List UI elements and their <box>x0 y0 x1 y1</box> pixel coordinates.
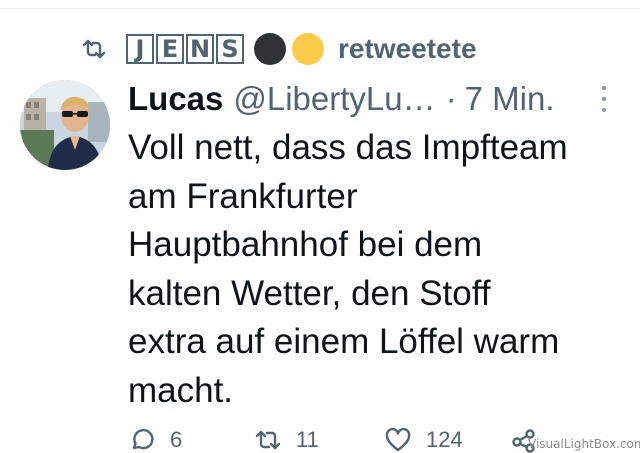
tweet-text-line: extra auf einem Löffel warm <box>128 322 560 361</box>
reply-icon <box>132 428 154 450</box>
like-count: 124 <box>426 427 463 452</box>
tweet-text-line: Voll nett, dass das Impfteam <box>128 128 568 167</box>
author-handle[interactable]: @LibertyLu… <box>233 80 435 118</box>
avatar[interactable] <box>20 80 110 170</box>
author-display-name[interactable]: Lucas <box>128 80 223 118</box>
heart-icon <box>385 427 411 452</box>
reply-count: 6 <box>170 427 183 452</box>
retweeter-name[interactable]: J E N S <box>126 34 244 64</box>
tweet-timestamp[interactable]: 7 Min. <box>465 80 555 118</box>
reply-button[interactable]: 6 <box>128 426 182 453</box>
tweet-text: Voll nett, dass das Impfteam am Frankfur… <box>128 124 628 415</box>
yellow-circle-emoji <box>292 33 324 65</box>
retweet-icon <box>255 430 281 450</box>
tweet-text-line: Hauptbahnhof bei dem <box>128 225 483 264</box>
name-letter-box: J <box>126 34 154 64</box>
retweet-button[interactable]: 11 <box>254 426 319 453</box>
more-options-icon[interactable] <box>598 86 610 112</box>
name-letter-box: N <box>186 34 214 64</box>
name-letter-box: S <box>216 34 244 64</box>
like-button[interactable]: 124 <box>384 426 463 453</box>
separator-dot: · <box>445 80 457 117</box>
dark-circle-emoji <box>254 33 286 65</box>
retweet-context[interactable]: J E N S retweetete <box>80 31 477 67</box>
tweet-text-line: kalten Wetter, den Stoff <box>128 273 491 313</box>
name-letter-box: E <box>156 34 184 64</box>
retweeted-label: retweetete <box>338 33 477 64</box>
top-divider <box>0 8 640 9</box>
tweet-header: Lucas @LibertyLu… · 7 Min. <box>128 74 555 124</box>
tweet-text-line: macht. <box>128 370 234 410</box>
tweet-text-line: am Frankfurter <box>128 176 358 216</box>
retweet-icon <box>80 37 108 61</box>
retweet-count: 11 <box>296 427 319 452</box>
watermark: VisualLightBox.com <box>528 437 640 451</box>
